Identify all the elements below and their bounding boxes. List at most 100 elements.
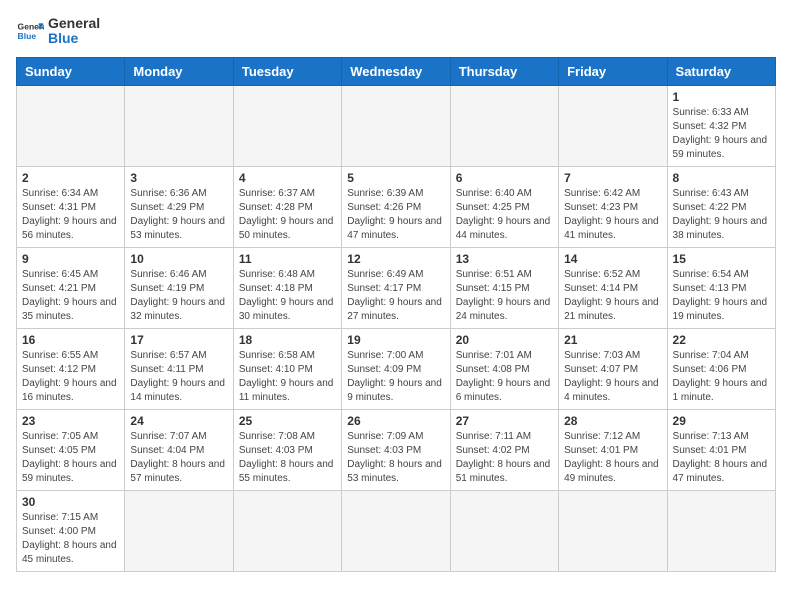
- day-cell: 16 Sunrise: 6:55 AM Sunset: 4:12 PM Dayli…: [17, 328, 125, 409]
- calendar: SundayMondayTuesdayWednesdayThursdayFrid…: [16, 57, 776, 572]
- day-number: 5: [347, 171, 444, 185]
- weekday-header-saturday: Saturday: [667, 57, 775, 85]
- logo-text-general: General: [48, 16, 100, 31]
- day-cell: 11Sunrise: 6:48 AM Sunset: 4:18 PM Dayli…: [233, 247, 341, 328]
- day-cell: 4 Sunrise: 6:37 AM Sunset: 4:28 PM Daylig…: [233, 166, 341, 247]
- day-number: 14: [564, 252, 661, 266]
- day-info: Sunrise: 6:37 AM Sunset: 4:28 PM Dayligh…: [239, 187, 336, 243]
- week-row-5: 23 Sunrise: 7:05 AM Sunset: 4:05 PM Dayli…: [17, 409, 776, 490]
- day-cell: 5 Sunrise: 6:39 AM Sunset: 4:26 PM Daylig…: [342, 166, 450, 247]
- logo-icon: General Blue: [16, 17, 44, 45]
- day-number: 13: [456, 252, 553, 266]
- day-cell: 22 Sunrise: 7:04 AM Sunset: 4:06 PM Dayli…: [667, 328, 775, 409]
- day-cell: 12Sunrise: 6:49 AM Sunset: 4:17 PM Dayli…: [342, 247, 450, 328]
- day-info: Sunrise: 7:15 AM Sunset: 4:00 PM Dayligh…: [22, 511, 119, 567]
- day-number: 23: [22, 414, 119, 428]
- day-info: Sunrise: 7:01 AM Sunset: 4:08 PM Dayligh…: [456, 349, 553, 405]
- day-info: Sunrise: 6:51 AM Sunset: 4:15 PM Dayligh…: [456, 268, 553, 324]
- day-number: 10: [130, 252, 227, 266]
- day-number: 16: [22, 333, 119, 347]
- day-cell: [559, 490, 667, 571]
- day-number: 9: [22, 252, 119, 266]
- day-info: Sunrise: 7:04 AM Sunset: 4:06 PM Dayligh…: [673, 349, 770, 405]
- day-cell: 6 Sunrise: 6:40 AM Sunset: 4:25 PM Daylig…: [450, 166, 558, 247]
- day-info: Sunrise: 6:57 AM Sunset: 4:11 PM Dayligh…: [130, 349, 227, 405]
- weekday-header-friday: Friday: [559, 57, 667, 85]
- day-cell: 29 Sunrise: 7:13 AM Sunset: 4:01 PM Dayli…: [667, 409, 775, 490]
- week-row-1: 1 Sunrise: 6:33 AM Sunset: 4:32 PM Daylig…: [17, 85, 776, 166]
- day-number: 22: [673, 333, 770, 347]
- day-cell: 21Sunrise: 7:03 AM Sunset: 4:07 PM Dayli…: [559, 328, 667, 409]
- day-cell: 17 Sunrise: 6:57 AM Sunset: 4:11 PM Dayli…: [125, 328, 233, 409]
- day-number: 7: [564, 171, 661, 185]
- day-cell: [450, 490, 558, 571]
- week-row-3: 9Sunrise: 6:45 AM Sunset: 4:21 PM Daylig…: [17, 247, 776, 328]
- weekday-header-row: SundayMondayTuesdayWednesdayThursdayFrid…: [17, 57, 776, 85]
- day-info: Sunrise: 6:46 AM Sunset: 4:19 PM Dayligh…: [130, 268, 227, 324]
- day-info: Sunrise: 6:40 AM Sunset: 4:25 PM Dayligh…: [456, 187, 553, 243]
- day-cell: 25 Sunrise: 7:08 AM Sunset: 4:03 PM Dayli…: [233, 409, 341, 490]
- day-info: Sunrise: 6:36 AM Sunset: 4:29 PM Dayligh…: [130, 187, 227, 243]
- logo-text-blue: Blue: [48, 31, 100, 46]
- day-info: Sunrise: 7:05 AM Sunset: 4:05 PM Dayligh…: [22, 430, 119, 486]
- weekday-header-tuesday: Tuesday: [233, 57, 341, 85]
- day-number: 3: [130, 171, 227, 185]
- header: General Blue General Blue: [16, 16, 776, 47]
- day-cell: 30 Sunrise: 7:15 AM Sunset: 4:00 PM Dayli…: [17, 490, 125, 571]
- day-cell: 26Sunrise: 7:09 AM Sunset: 4:03 PM Dayli…: [342, 409, 450, 490]
- day-cell: 1 Sunrise: 6:33 AM Sunset: 4:32 PM Daylig…: [667, 85, 775, 166]
- day-number: 11: [239, 252, 336, 266]
- weekday-header-wednesday: Wednesday: [342, 57, 450, 85]
- day-cell: 3 Sunrise: 6:36 AM Sunset: 4:29 PM Daylig…: [125, 166, 233, 247]
- day-cell: 27Sunrise: 7:11 AM Sunset: 4:02 PM Dayli…: [450, 409, 558, 490]
- day-cell: 19 Sunrise: 7:00 AM Sunset: 4:09 PM Dayli…: [342, 328, 450, 409]
- day-info: Sunrise: 7:07 AM Sunset: 4:04 PM Dayligh…: [130, 430, 227, 486]
- day-number: 21: [564, 333, 661, 347]
- day-info: Sunrise: 7:13 AM Sunset: 4:01 PM Dayligh…: [673, 430, 770, 486]
- day-number: 18: [239, 333, 336, 347]
- day-info: Sunrise: 6:43 AM Sunset: 4:22 PM Dayligh…: [673, 187, 770, 243]
- logo: General Blue General Blue: [16, 16, 100, 47]
- day-info: Sunrise: 6:33 AM Sunset: 4:32 PM Dayligh…: [673, 106, 770, 162]
- day-number: 30: [22, 495, 119, 509]
- day-number: 15: [673, 252, 770, 266]
- day-cell: [667, 490, 775, 571]
- day-cell: 13 Sunrise: 6:51 AM Sunset: 4:15 PM Dayli…: [450, 247, 558, 328]
- day-info: Sunrise: 6:39 AM Sunset: 4:26 PM Dayligh…: [347, 187, 444, 243]
- day-info: Sunrise: 6:55 AM Sunset: 4:12 PM Dayligh…: [22, 349, 119, 405]
- weekday-header-sunday: Sunday: [17, 57, 125, 85]
- day-number: 8: [673, 171, 770, 185]
- day-number: 17: [130, 333, 227, 347]
- day-number: 1: [673, 90, 770, 104]
- day-cell: 18Sunrise: 6:58 AM Sunset: 4:10 PM Dayli…: [233, 328, 341, 409]
- day-number: 28: [564, 414, 661, 428]
- day-number: 4: [239, 171, 336, 185]
- day-info: Sunrise: 7:12 AM Sunset: 4:01 PM Dayligh…: [564, 430, 661, 486]
- day-info: Sunrise: 7:08 AM Sunset: 4:03 PM Dayligh…: [239, 430, 336, 486]
- day-number: 27: [456, 414, 553, 428]
- day-number: 20: [456, 333, 553, 347]
- day-number: 25: [239, 414, 336, 428]
- day-cell: 2Sunrise: 6:34 AM Sunset: 4:31 PM Daylig…: [17, 166, 125, 247]
- day-cell: [17, 85, 125, 166]
- day-cell: 24 Sunrise: 7:07 AM Sunset: 4:04 PM Dayli…: [125, 409, 233, 490]
- day-number: 29: [673, 414, 770, 428]
- day-cell: [342, 85, 450, 166]
- weekday-header-monday: Monday: [125, 57, 233, 85]
- day-cell: [125, 490, 233, 571]
- day-number: 19: [347, 333, 444, 347]
- day-cell: 23 Sunrise: 7:05 AM Sunset: 4:05 PM Dayli…: [17, 409, 125, 490]
- day-cell: 10 Sunrise: 6:46 AM Sunset: 4:19 PM Dayli…: [125, 247, 233, 328]
- day-cell: 9Sunrise: 6:45 AM Sunset: 4:21 PM Daylig…: [17, 247, 125, 328]
- svg-text:Blue: Blue: [18, 31, 37, 41]
- weekday-header-thursday: Thursday: [450, 57, 558, 85]
- day-cell: 8 Sunrise: 6:43 AM Sunset: 4:22 PM Daylig…: [667, 166, 775, 247]
- day-info: Sunrise: 6:42 AM Sunset: 4:23 PM Dayligh…: [564, 187, 661, 243]
- day-info: Sunrise: 6:54 AM Sunset: 4:13 PM Dayligh…: [673, 268, 770, 324]
- day-info: Sunrise: 6:52 AM Sunset: 4:14 PM Dayligh…: [564, 268, 661, 324]
- day-cell: 14 Sunrise: 6:52 AM Sunset: 4:14 PM Dayli…: [559, 247, 667, 328]
- day-info: Sunrise: 7:00 AM Sunset: 4:09 PM Dayligh…: [347, 349, 444, 405]
- day-cell: [559, 85, 667, 166]
- day-number: 6: [456, 171, 553, 185]
- day-number: 24: [130, 414, 227, 428]
